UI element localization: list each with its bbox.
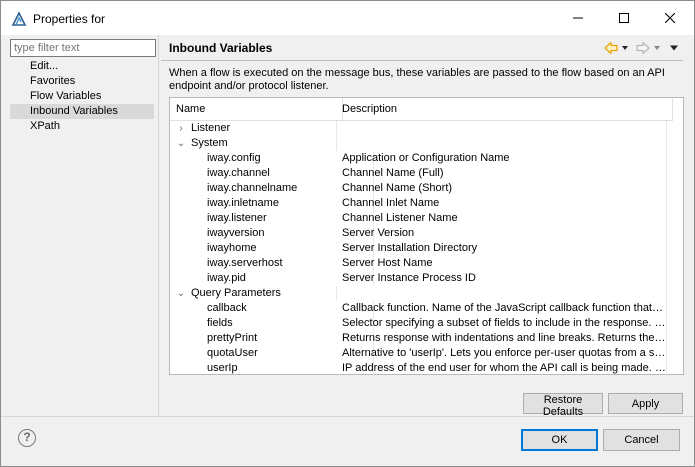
variable-description: Channel Name (Short)	[337, 181, 667, 196]
group-label: System	[191, 137, 228, 149]
collapse-chevron-icon[interactable]: ⌄	[176, 286, 186, 301]
variable-description: Callback function. Name of the JavaScrip…	[337, 301, 667, 316]
table-row[interactable]: prettyPrint Returns response with indenta…	[170, 331, 683, 346]
variable-description: Server Host Name	[337, 256, 667, 271]
properties-dialog: Properties for Edit... Favorites Flow Va…	[0, 0, 695, 467]
minimize-button[interactable]	[555, 1, 601, 35]
sash-divider[interactable]	[158, 35, 159, 416]
close-button[interactable]	[647, 1, 693, 35]
table-row[interactable]: iway.config Application or Configuration …	[170, 151, 683, 166]
table-row[interactable]: iway.channelname Channel Name (Short)	[170, 181, 683, 196]
table-row[interactable]: iwayversion Server Version	[170, 226, 683, 241]
nav-item-edit[interactable]: Edit...	[10, 59, 156, 74]
expand-chevron-icon[interactable]: ›	[176, 121, 186, 136]
variable-description: Server Installation Directory	[337, 241, 667, 256]
collapse-chevron-icon[interactable]: ⌄	[176, 136, 186, 151]
view-menu-icon[interactable]	[670, 45, 678, 51]
restore-defaults-button[interactable]: Restore Defaults	[523, 393, 603, 418]
minimize-icon	[573, 17, 583, 19]
table-row[interactable]: iway.serverhost Server Host Name	[170, 256, 683, 271]
filter-input[interactable]	[10, 39, 156, 57]
footer-separator	[1, 416, 694, 417]
table-row[interactable]: iway.pid Server Instance Process ID	[170, 271, 683, 286]
page-nav-toolbar	[604, 41, 678, 55]
table-row[interactable]: userIp IP address of the end user for who…	[170, 361, 683, 376]
table-row[interactable]: iway.channel Channel Name (Full)	[170, 166, 683, 181]
variable-description: Server Instance Process ID	[337, 271, 667, 286]
cancel-button[interactable]: Cancel	[603, 429, 680, 451]
table-row[interactable]: callback Callback function. Name of the J…	[170, 301, 683, 316]
page-description: When a flow is executed on the message b…	[169, 67, 665, 92]
variable-description: Channel Listener Name	[337, 211, 667, 226]
variable-description: Server Version	[337, 226, 667, 241]
tree-row-group[interactable]: ⌄ System	[170, 136, 683, 151]
group-label: Listener	[191, 122, 231, 134]
variable-description: Application or Configuration Name	[337, 151, 667, 166]
nav-item-inbound-variables[interactable]: Inbound Variables	[10, 104, 154, 119]
back-arrow-icon[interactable]	[604, 41, 618, 55]
tree-row-group[interactable]: ⌄ Query Parameters	[170, 286, 683, 301]
back-dropdown-icon[interactable]	[622, 46, 628, 50]
window-title: Properties for	[33, 12, 106, 26]
app-logo-icon	[11, 11, 27, 26]
page-title: Inbound Variables	[169, 41, 273, 55]
table-row[interactable]: iwayhome Server Installation Directory	[170, 241, 683, 256]
variables-table[interactable]: Name Description › Listener ⌄ System iway.…	[169, 97, 684, 376]
variable-description: Selector specifying a subset of fields t…	[337, 316, 667, 331]
table-row[interactable]: quotaUser Alternative to 'userIp'. Lets y…	[170, 346, 683, 361]
forward-dropdown-icon[interactable]	[654, 46, 660, 50]
maximize-button[interactable]	[601, 1, 647, 35]
preference-nav: Edit... Favorites Flow Variables Inbound…	[10, 59, 156, 134]
column-header-description[interactable]: Description	[337, 98, 673, 121]
ok-button[interactable]: OK	[521, 429, 598, 451]
table-body: › Listener ⌄ System iway.config Application…	[170, 121, 683, 376]
title-bar[interactable]: Properties for	[1, 1, 694, 35]
tree-row-group[interactable]: › Listener	[170, 121, 683, 136]
variable-description: Alternative to 'userIp'. Lets you enforc…	[337, 346, 667, 361]
column-header-name[interactable]: Name	[170, 98, 343, 121]
maximize-icon	[619, 13, 629, 23]
table-row[interactable]: fields Selector specifying a subset of fi…	[170, 316, 683, 331]
help-icon[interactable]: ?	[18, 429, 36, 447]
variable-description: Channel Inlet Name	[337, 196, 667, 211]
nav-item-xpath[interactable]: XPath	[10, 119, 156, 134]
forward-arrow-icon[interactable]	[636, 41, 650, 55]
close-icon	[665, 13, 675, 23]
nav-item-favorites[interactable]: Favorites	[10, 74, 156, 89]
table-row[interactable]: iway.inletname Channel Inlet Name	[170, 196, 683, 211]
variable-description: Channel Name (Full)	[337, 166, 667, 181]
variable-description: Returns response with indentations and l…	[337, 331, 667, 346]
nav-item-flow-variables[interactable]: Flow Variables	[10, 89, 156, 104]
apply-button[interactable]: Apply	[608, 393, 683, 414]
group-label: Query Parameters	[191, 287, 281, 299]
variable-description: IP address of the end user for whom the …	[337, 361, 667, 376]
table-row[interactable]: iway.listener Channel Listener Name	[170, 211, 683, 226]
title-separator	[161, 60, 683, 61]
